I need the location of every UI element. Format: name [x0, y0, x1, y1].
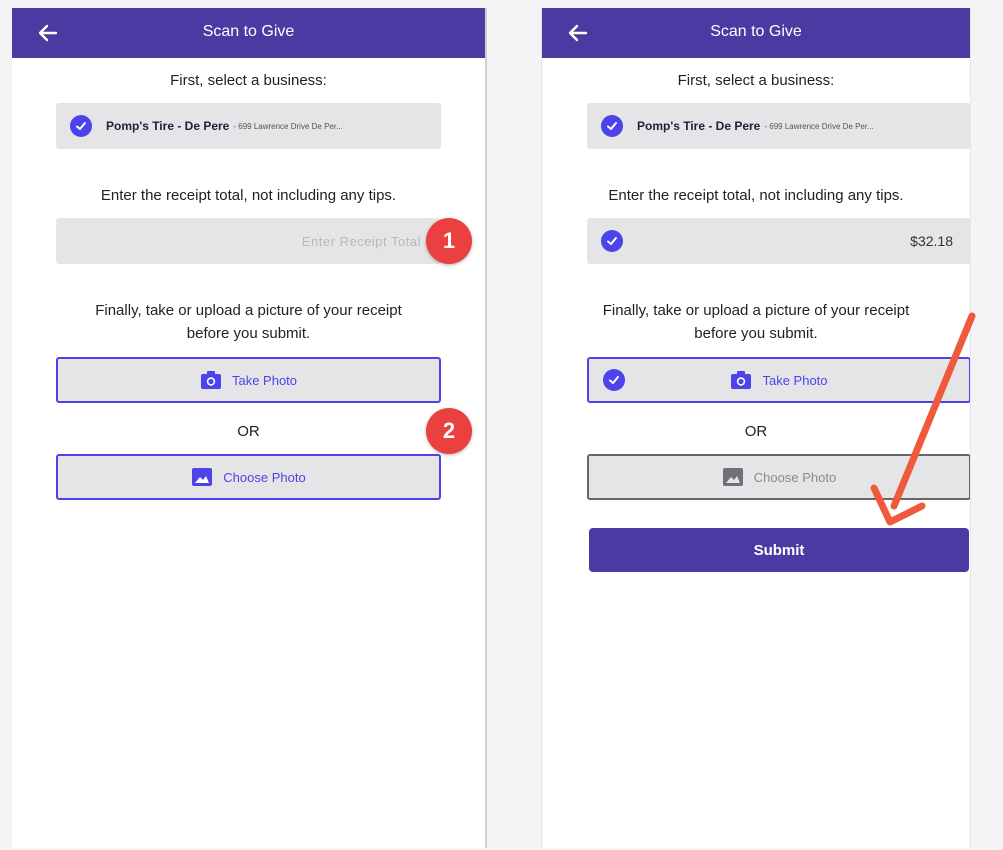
choose-photo-button[interactable]: Choose Photo	[56, 454, 441, 500]
annotation-arrow-icon	[870, 312, 976, 526]
business-label: First, select a business:	[170, 72, 327, 89]
receipt-total-input[interactable]: Enter Receipt Total	[56, 218, 441, 264]
receipt-total-input[interactable]: $32.18	[587, 218, 970, 264]
checkmark-icon	[603, 369, 625, 391]
receipt-label: Enter the receipt total, not including a…	[100, 187, 397, 204]
take-photo-label: Take Photo	[231, 372, 298, 388]
app-bar: Scan to Give	[542, 8, 970, 58]
business-label: First, select a business:	[677, 72, 835, 89]
step-badge-2: 2	[426, 408, 472, 454]
take-photo-label: Take Photo	[762, 372, 828, 388]
choose-photo-label: Choose Photo	[223, 469, 306, 485]
image-icon	[192, 468, 213, 486]
receipt-label: Enter the receipt total, not including a…	[608, 187, 904, 204]
photo-label-line-1: Finally, take or upload a picture of you…	[95, 302, 402, 319]
checkmark-icon	[601, 230, 623, 252]
submit-button[interactable]: Submit	[589, 528, 969, 572]
or-label: OR	[237, 423, 260, 440]
choose-photo-label: Choose Photo	[753, 469, 837, 485]
business-address: - 699 Lawrence Drive De Per...	[764, 121, 874, 131]
camera-icon	[200, 371, 221, 389]
receipt-total-value: $32.18	[910, 233, 953, 249]
step-badge-1: 1	[426, 218, 472, 264]
camera-icon	[731, 371, 752, 389]
receipt-total-placeholder: Enter Receipt Total	[301, 233, 421, 249]
screen-step-1: Scan to Give First, select a business: P…	[12, 8, 487, 848]
take-photo-button[interactable]: Take Photo	[56, 357, 441, 403]
business-address: - 699 Lawrence Drive De Per...	[233, 121, 343, 131]
checkmark-icon	[601, 115, 623, 137]
business-name: Pomp's Tire - De Pere	[637, 119, 761, 133]
business-name: Pomp's Tire - De Pere	[106, 119, 230, 133]
checkmark-icon	[70, 115, 92, 137]
page-title: Scan to Give	[202, 23, 295, 40]
business-select[interactable]: Pomp's Tire - De Pere - 699 Lawrence Dri…	[587, 103, 970, 149]
page-title: Scan to Give	[710, 23, 802, 40]
app-bar: Scan to Give	[12, 8, 485, 58]
business-select[interactable]: Pomp's Tire - De Pere - 699 Lawrence Dri…	[56, 103, 441, 149]
image-icon	[722, 468, 743, 486]
photo-label-line-2: before you submit.	[186, 325, 311, 342]
